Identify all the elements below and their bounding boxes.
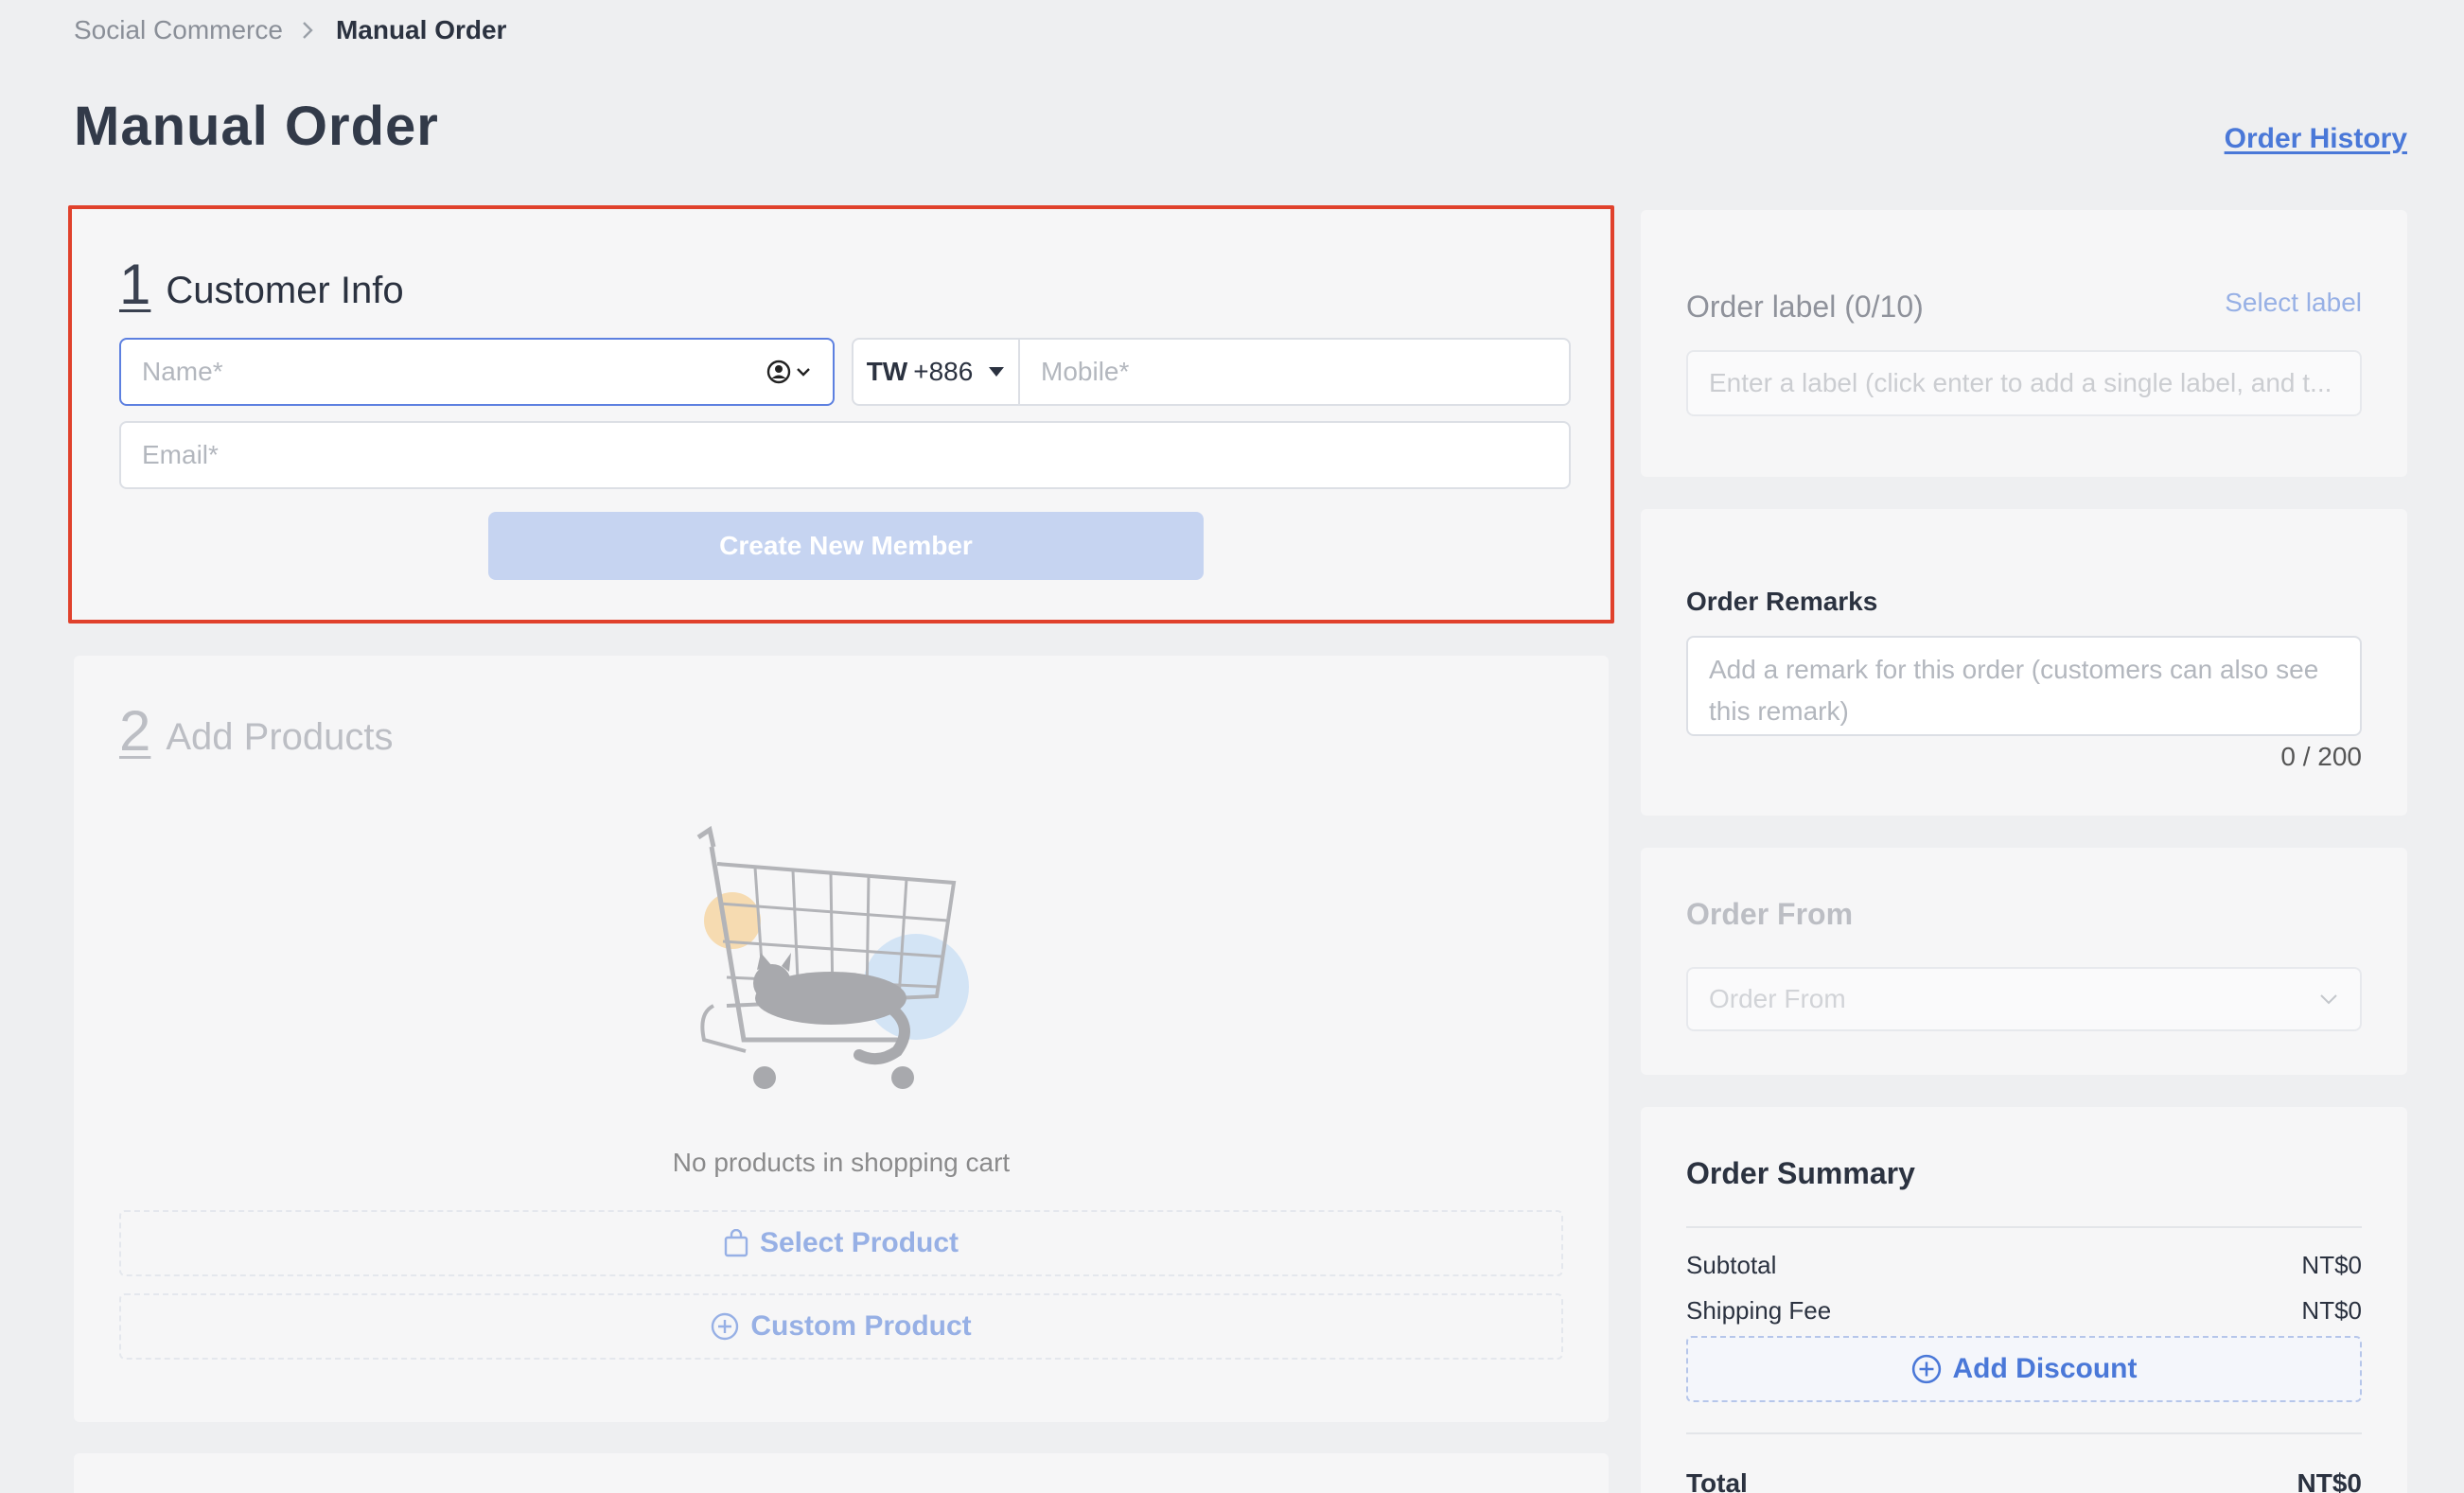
caret-down-icon	[989, 367, 1005, 377]
member-lookup-toggle[interactable]	[766, 360, 812, 384]
subtotal-row: Subtotal NT$0	[1686, 1251, 2362, 1280]
customer-info-card: 1 Customer Info Name* TW +886 Mobile* Em…	[68, 205, 1614, 624]
order-label-input[interactable]: Enter a label (click enter to add a sing…	[1686, 350, 2362, 416]
section-title: Customer Info	[166, 270, 404, 311]
breadcrumb-social-commerce[interactable]: Social Commerce	[74, 15, 283, 45]
summary-divider	[1686, 1226, 2362, 1228]
shipping-fee-row: Shipping Fee NT$0	[1686, 1296, 2362, 1326]
subtotal-label: Subtotal	[1686, 1251, 1777, 1279]
order-remarks-placeholder: Add a remark for this order (customers c…	[1709, 655, 2319, 726]
phone-field-group: TW +886 Mobile*	[852, 338, 1571, 406]
subtotal-value: NT$0	[2301, 1251, 2362, 1279]
breadcrumb-manual-order: Manual Order	[335, 15, 507, 44]
total-value: NT$0	[2297, 1468, 2362, 1493]
breadcrumb: Social Commerce Manual Order	[74, 15, 506, 45]
order-from-placeholder: Order From	[1709, 984, 1846, 1013]
add-discount-button[interactable]: Add Discount	[1686, 1336, 2362, 1402]
order-label-card: Order label (0/10) Select label Enter a …	[1641, 210, 2407, 477]
order-summary-card: Order Summary Subtotal NT$0 Shipping Fee…	[1641, 1107, 2407, 1493]
empty-cart-message: No products in shopping cart	[672, 1148, 1011, 1177]
shipping-fee-value: NT$0	[2301, 1296, 2362, 1325]
order-from-card: Order From Order From	[1641, 848, 2407, 1075]
order-remarks-card: Order Remarks Add a remark for this orde…	[1641, 509, 2407, 816]
next-section-card	[74, 1453, 1609, 1493]
mobile-placeholder: Mobile*	[1041, 357, 1130, 386]
order-from-select[interactable]: Order From	[1686, 967, 2362, 1031]
order-label-title: Order label (0/10)	[1686, 290, 1924, 324]
plus-circle-icon	[1911, 1354, 1941, 1384]
country-code: TW	[866, 357, 908, 386]
customer-info-header: 1 Customer Info	[119, 256, 404, 313]
select-product-button[interactable]: Select Product	[119, 1210, 1563, 1276]
email-field[interactable]: Email*	[119, 421, 1571, 489]
add-discount-label: Add Discount	[1952, 1353, 2138, 1384]
chevron-down-icon	[2320, 994, 2337, 1005]
add-products-header: 2 Add Products	[119, 703, 394, 760]
total-label: Total	[1686, 1468, 1748, 1493]
country-code-select[interactable]: TW +886	[854, 340, 1020, 404]
section-title: Add Products	[166, 716, 394, 758]
custom-product-label: Custom Product	[750, 1310, 972, 1342]
total-divider	[1686, 1432, 2362, 1434]
dial-code: +886	[913, 357, 974, 386]
select-label-link[interactable]: Select label	[2225, 288, 2362, 318]
create-new-member-button[interactable]: Create New Member	[488, 512, 1204, 580]
email-placeholder: Email*	[142, 440, 219, 469]
plus-circle-icon	[712, 1312, 739, 1341]
add-products-card: 2 Add Products No products in shopping c…	[74, 656, 1609, 1422]
empty-cart-illustration	[696, 825, 969, 1089]
select-product-label: Select Product	[759, 1227, 959, 1258]
total-row: Total NT$0	[1686, 1468, 2362, 1493]
step-number: 1	[119, 253, 151, 316]
order-history-link[interactable]: Order History	[2225, 123, 2407, 155]
name-field[interactable]: Name*	[119, 338, 835, 406]
order-remarks-textarea[interactable]: Add a remark for this order (customers c…	[1686, 636, 2362, 736]
order-remarks-title: Order Remarks	[1686, 587, 1878, 616]
user-circle-icon	[766, 360, 791, 384]
mobile-field[interactable]: Mobile*	[1020, 357, 1569, 387]
shopping-bag-icon	[724, 1229, 748, 1257]
order-summary-title: Order Summary	[1686, 1156, 1915, 1190]
page-title: Manual Order	[74, 96, 439, 157]
custom-product-button[interactable]: Custom Product	[119, 1293, 1563, 1360]
step-number: 2	[119, 699, 151, 763]
chevron-right-icon	[302, 20, 315, 41]
chevron-down-icon	[797, 368, 810, 377]
order-label-placeholder: Enter a label (click enter to add a sing…	[1709, 368, 2332, 397]
order-from-title: Order From	[1686, 897, 1854, 931]
remarks-char-counter: 0 / 200	[2280, 742, 2362, 771]
name-placeholder: Name*	[142, 357, 223, 386]
shipping-fee-label: Shipping Fee	[1686, 1296, 1832, 1325]
